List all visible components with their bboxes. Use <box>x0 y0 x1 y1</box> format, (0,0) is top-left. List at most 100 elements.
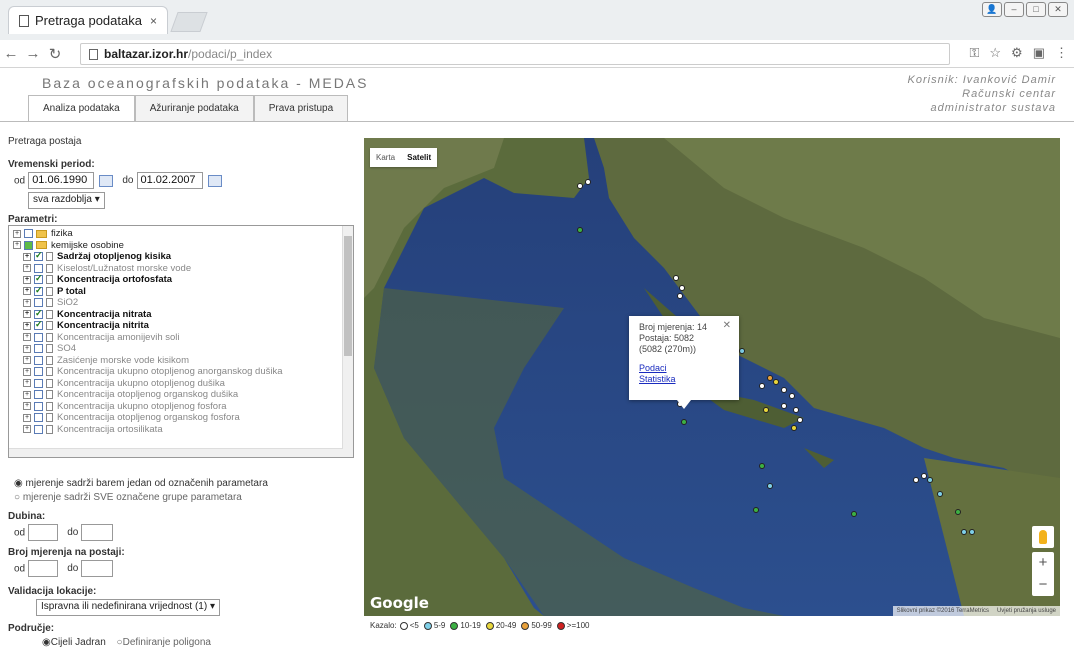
tree-item[interactable]: + Koncentracija ortosilikata <box>13 424 353 436</box>
station-marker[interactable] <box>927 477 933 483</box>
zoom-out-button[interactable]: − <box>1032 574 1054 596</box>
key-icon[interactable]: ⚿ <box>969 45 979 61</box>
pegman-icon[interactable] <box>1032 526 1054 548</box>
depth-from-input[interactable] <box>28 524 59 541</box>
station-marker[interactable] <box>585 179 591 185</box>
tree-item[interactable]: + Koncentracija amonijevih soli <box>13 332 353 344</box>
tab-analiza[interactable]: Analiza podataka <box>28 95 135 121</box>
expand-icon[interactable]: + <box>23 252 31 261</box>
checkbox[interactable] <box>34 273 43 285</box>
count-from-input[interactable] <box>28 560 59 577</box>
close-window-icon[interactable]: ✕ <box>1048 2 1068 17</box>
station-marker[interactable] <box>797 417 803 423</box>
forward-icon[interactable]: → <box>22 45 44 62</box>
checkbox[interactable] <box>34 263 43 273</box>
tree-item[interactable]: + P total <box>13 285 353 298</box>
checkbox[interactable] <box>34 308 43 319</box>
station-marker[interactable] <box>913 477 919 483</box>
station-marker[interactable] <box>679 285 685 291</box>
checkbox[interactable] <box>34 319 43 331</box>
tree-item[interactable]: + Sadržaj otopljenog kisika <box>13 250 353 263</box>
tree-item[interactable]: + fizika <box>13 228 353 240</box>
station-marker[interactable] <box>767 375 773 381</box>
validation-select[interactable]: Ispravna ili nedefinirana vrijednost (1)… <box>36 599 220 616</box>
map-type-karta[interactable]: Karta <box>370 148 401 167</box>
radio-all[interactable]: ○ mjerenje sadrži SVE označene grupe par… <box>14 492 242 503</box>
new-tab-button[interactable] <box>170 12 208 32</box>
back-icon[interactable]: ← <box>0 45 22 62</box>
star-icon[interactable]: ☆ <box>989 45 1001 61</box>
checkbox[interactable] <box>34 298 43 308</box>
expand-icon[interactable]: + <box>23 333 31 342</box>
expand-icon[interactable]: + <box>23 287 31 296</box>
station-marker[interactable] <box>961 529 967 535</box>
user-icon[interactable]: 👤 <box>982 2 1002 17</box>
tab-prava[interactable]: Prava pristupa <box>253 95 349 121</box>
tree-scrollbar[interactable] <box>342 226 353 457</box>
extension-icon[interactable]: ⚙ <box>1011 45 1023 61</box>
expand-icon[interactable]: + <box>13 229 21 238</box>
checkbox[interactable] <box>34 344 43 354</box>
station-marker[interactable] <box>937 491 943 497</box>
radio-whole-adriatic[interactable]: ◉Cijeli Jadran <box>42 637 106 648</box>
station-marker[interactable] <box>753 507 759 513</box>
station-marker[interactable] <box>851 511 857 517</box>
browser-tab[interactable]: Pretraga podataka × <box>8 6 168 34</box>
checkbox[interactable] <box>34 413 43 423</box>
checkbox[interactable] <box>34 378 43 388</box>
station-marker[interactable] <box>767 483 773 489</box>
tree-hscrollbar[interactable] <box>9 448 343 457</box>
station-marker[interactable] <box>781 403 787 409</box>
station-marker[interactable] <box>793 407 799 413</box>
to-date-input[interactable]: 01.02.2007 <box>136 172 203 189</box>
station-marker[interactable] <box>955 509 961 515</box>
expand-icon[interactable]: + <box>23 344 31 353</box>
station-marker[interactable] <box>681 419 687 425</box>
station-marker[interactable] <box>673 275 679 281</box>
depth-to-input[interactable] <box>81 524 114 541</box>
station-marker[interactable] <box>969 529 975 535</box>
map-view[interactable]: Karta Satelit ✕ Broj mjerenja: 14 Postaj… <box>364 138 1060 616</box>
expand-icon[interactable]: + <box>23 321 31 330</box>
checkbox[interactable] <box>24 240 33 250</box>
checkbox[interactable] <box>34 401 43 411</box>
expand-icon[interactable]: + <box>23 264 31 273</box>
station-marker[interactable] <box>759 383 765 389</box>
calendar-icon[interactable] <box>207 174 222 187</box>
tree-item[interactable]: + Kiselost/Lužnatost morske vode <box>13 263 353 275</box>
tree-item[interactable]: + Koncentracija ukupno otopljenog fosfora <box>13 401 353 413</box>
checkbox[interactable] <box>34 250 43 262</box>
tree-item[interactable]: + Koncentracija ortofosfata <box>13 273 353 286</box>
checkbox[interactable] <box>24 229 33 239</box>
expand-icon[interactable]: + <box>23 356 31 365</box>
from-date-input[interactable]: 01.06.1990 <box>28 172 95 189</box>
reload-icon[interactable]: ↻ <box>44 45 66 63</box>
tree-item[interactable]: + Koncentracija ukupno otopljenog dušika <box>13 378 353 390</box>
station-marker[interactable] <box>763 407 769 413</box>
count-to-input[interactable] <box>81 560 114 577</box>
checkbox[interactable] <box>34 390 43 400</box>
zoom-in-button[interactable]: + <box>1032 552 1054 574</box>
tree-item[interactable]: + Koncentracija ukupno otopljenog anorgan… <box>13 366 353 378</box>
station-marker[interactable] <box>759 463 765 469</box>
minimize-icon[interactable]: – <box>1004 2 1024 17</box>
station-marker[interactable] <box>781 387 787 393</box>
radio-polygon[interactable]: ○Definiranje poligona <box>117 637 211 648</box>
expand-icon[interactable]: + <box>23 367 31 376</box>
checkbox[interactable] <box>34 332 43 342</box>
url-input[interactable]: baltazar.izor.hr /podaci/p_index <box>80 43 950 65</box>
expand-icon[interactable]: + <box>23 298 31 307</box>
checkbox[interactable] <box>34 355 43 365</box>
popup-stats-link[interactable]: Statistika <box>639 374 729 385</box>
station-marker[interactable] <box>577 183 583 189</box>
expand-icon[interactable]: + <box>23 390 31 399</box>
expand-icon[interactable]: + <box>23 413 31 422</box>
menu-icon[interactable]: ⋮ <box>1055 45 1068 61</box>
tab-azuriranje[interactable]: Ažuriranje podataka <box>134 95 254 121</box>
station-marker[interactable] <box>577 227 583 233</box>
tree-item[interactable]: + Koncentracija nitrita <box>13 319 353 332</box>
parameter-tree[interactable]: + fizika + kemijske osobine + Sadržaj otoplje… <box>8 225 354 458</box>
expand-icon[interactable]: + <box>23 379 31 388</box>
extension-icon[interactable]: ▣ <box>1033 45 1045 61</box>
map-type-satelit[interactable]: Satelit <box>401 148 437 167</box>
